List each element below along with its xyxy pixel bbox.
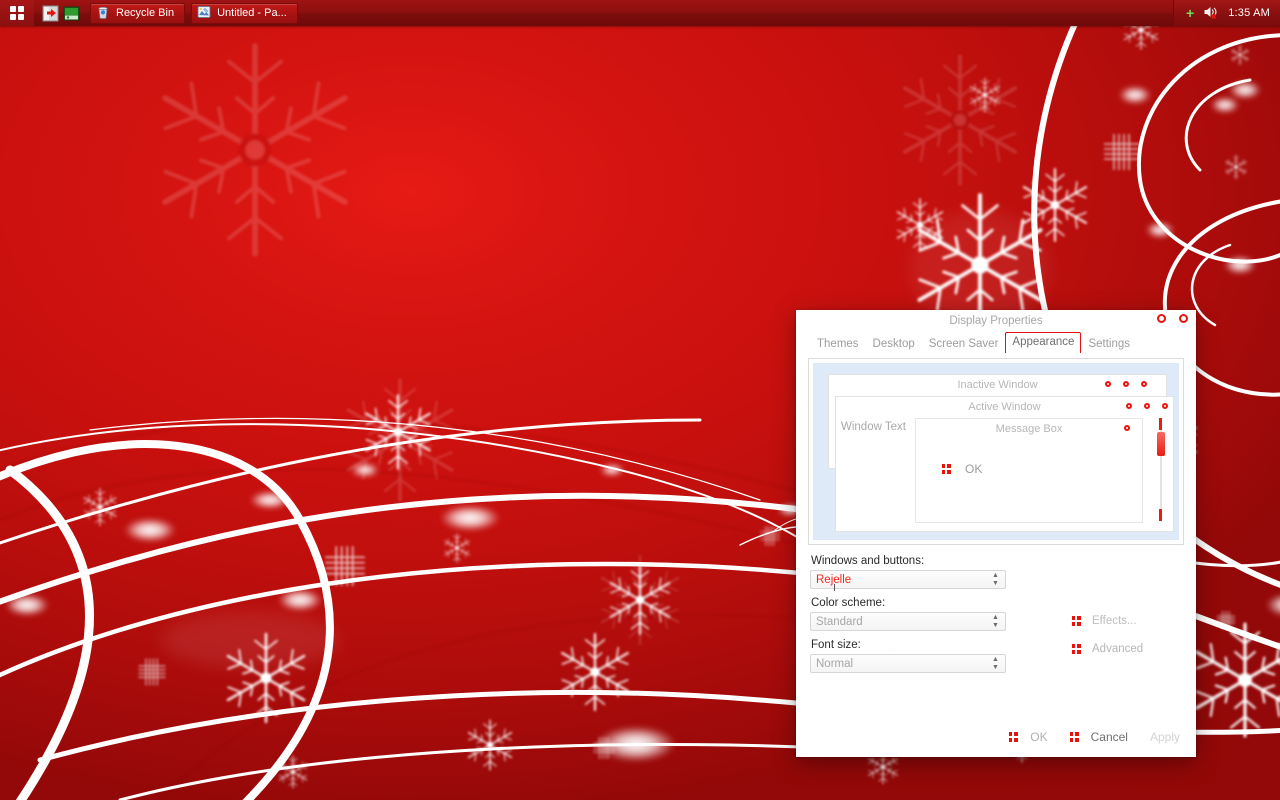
- appearance-form: Windows and buttons: Rejelle ▲ ▼ Color sc…: [796, 545, 1196, 673]
- cancel-button-label: Cancel: [1090, 730, 1128, 744]
- paint-icon: [197, 5, 211, 22]
- dialog-title: Display Properties: [949, 315, 1043, 327]
- tab-settings[interactable]: Settings: [1081, 335, 1137, 354]
- scrollbar-thumb: [1156, 432, 1165, 456]
- apply-button-label: Apply: [1149, 730, 1180, 744]
- minimize-icon: [1126, 403, 1132, 409]
- close-icon: [1141, 381, 1147, 387]
- speaker-muted-icon[interactable]: [1203, 5, 1219, 22]
- font-size-value: Normal: [816, 657, 854, 670]
- apply-button[interactable]: Apply: [1150, 730, 1180, 744]
- chevron-updown-icon[interactable]: ▲ ▼: [987, 655, 1004, 672]
- show-desktop-icon[interactable]: [42, 5, 59, 22]
- chevron-updown-icon[interactable]: ▲ ▼: [987, 571, 1004, 588]
- appearance-preview-pane: Inactive Window Active Window Window Tex…: [808, 358, 1184, 545]
- advanced-button[interactable]: Advanced: [1072, 635, 1182, 663]
- gift-box-icon: [1069, 732, 1079, 742]
- preview-active-buttons: [1126, 403, 1168, 409]
- tab-desktop[interactable]: Desktop: [866, 335, 922, 354]
- maximize-icon: [1144, 403, 1150, 409]
- windows-and-buttons-value: Rejelle: [816, 573, 852, 586]
- recycle-bin-icon: [96, 5, 110, 22]
- tab-screen-saver[interactable]: Screen Saver: [922, 335, 1006, 354]
- display-properties-dialog[interactable]: Display Properties Themes Desktop Screen…: [796, 310, 1196, 757]
- effects-button[interactable]: Effects...: [1072, 607, 1182, 635]
- font-size-combo[interactable]: Normal ▲ ▼: [810, 654, 1006, 673]
- tab-bar[interactable]: Themes Desktop Screen Saver Appearance S…: [796, 332, 1196, 353]
- tab-appearance[interactable]: Appearance: [1005, 332, 1082, 353]
- color-scheme-combo[interactable]: Standard ▲ ▼: [810, 612, 1006, 631]
- close-icon: [1124, 425, 1130, 431]
- ok-button[interactable]: OK: [1009, 730, 1048, 744]
- plus-icon[interactable]: +: [1186, 6, 1194, 20]
- color-scheme-value: Standard: [816, 615, 863, 628]
- preview-message-box-title: Message Box: [995, 423, 1063, 435]
- gift-box-icon: [942, 464, 951, 474]
- preview-scrollbar: [1156, 418, 1165, 521]
- task-button-paint[interactable]: Untitled - Pa...: [191, 2, 298, 24]
- gift-box-icon: [1009, 732, 1019, 742]
- windows-and-buttons-combo[interactable]: Rejelle ▲ ▼: [810, 570, 1006, 591]
- windows-and-buttons-label: Windows and buttons:: [811, 555, 925, 567]
- close-icon: [1162, 403, 1168, 409]
- advanced-button-label: Advanced: [1092, 643, 1144, 655]
- gift-box-icon: [1072, 616, 1081, 626]
- chevron-updown-icon[interactable]: ▲ ▼: [987, 613, 1004, 630]
- media-player-icon[interactable]: [63, 5, 80, 22]
- preview-canvas: Inactive Window Active Window Window Tex…: [813, 363, 1179, 540]
- start-button[interactable]: [0, 0, 34, 26]
- task-label: Untitled - Pa...: [217, 7, 287, 19]
- dialog-titlebar[interactable]: Display Properties: [796, 310, 1196, 332]
- effects-button-label: Effects...: [1092, 615, 1137, 627]
- preview-active-title: Active Window: [968, 401, 1041, 413]
- quick-launch-bar[interactable]: [34, 5, 86, 22]
- scroll-down-arrow-icon: [1159, 509, 1162, 521]
- cancel-button[interactable]: Cancel: [1069, 730, 1128, 744]
- ok-button-label: OK: [1030, 730, 1048, 744]
- clock[interactable]: 1:35 AM: [1228, 7, 1270, 19]
- scrollbar-track: [1156, 430, 1165, 509]
- taskbar[interactable]: Recycle Bin Untitled - Pa... + 1:35 AM: [0, 0, 1280, 26]
- task-button-list[interactable]: Recycle Bin Untitled - Pa...: [90, 2, 298, 24]
- task-button-recycle-bin[interactable]: Recycle Bin: [90, 2, 186, 24]
- preview-active-window: Active Window Window Text Message Box OK: [835, 396, 1174, 532]
- preview-inactive-buttons: [1105, 381, 1147, 387]
- start-menu-grid-icon: [10, 6, 24, 20]
- preview-message-box: Message Box OK: [915, 418, 1143, 523]
- dialog-footer: OK Cancel Apply: [796, 717, 1196, 757]
- preview-ok-row: OK: [942, 462, 982, 476]
- side-button-group: Effects... Advanced: [1072, 607, 1182, 663]
- preview-ok-label: OK: [965, 462, 983, 476]
- close-button[interactable]: [1179, 314, 1188, 323]
- tab-themes[interactable]: Themes: [810, 335, 866, 354]
- preview-window-text: Window Text: [841, 421, 906, 433]
- titlebar-buttons: [1157, 314, 1188, 323]
- system-tray[interactable]: + 1:35 AM: [1173, 0, 1280, 26]
- minimize-icon: [1105, 381, 1111, 387]
- maximize-icon: [1123, 381, 1129, 387]
- scroll-up-arrow-icon: [1159, 418, 1162, 430]
- help-button[interactable]: [1157, 314, 1166, 323]
- desktop[interactable]: Display Properties Themes Desktop Screen…: [0, 0, 1280, 800]
- task-label: Recycle Bin: [116, 7, 175, 19]
- gift-box-icon: [1072, 644, 1081, 654]
